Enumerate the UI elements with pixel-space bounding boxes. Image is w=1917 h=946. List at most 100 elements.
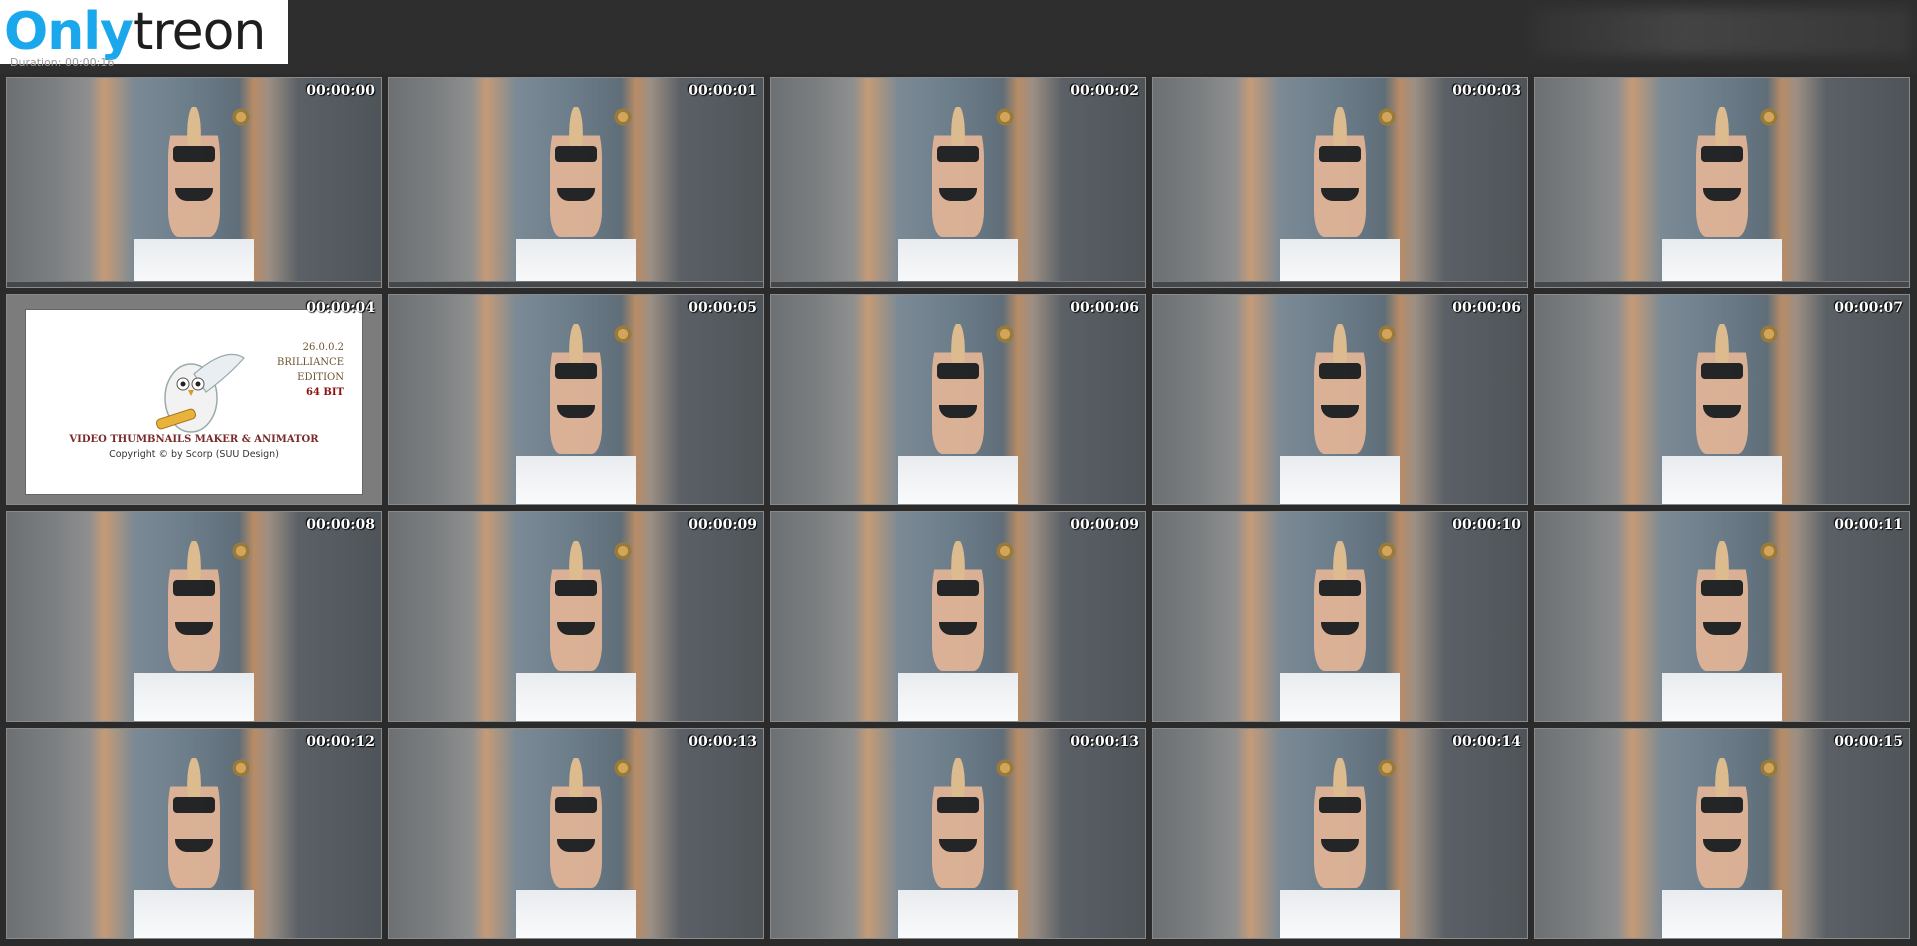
timecode-label: 00:00:15 [1834,734,1903,750]
timecode-label: 00:00:06 [1452,300,1521,316]
video-thumbnail[interactable]: 00:00:11 [1534,511,1910,722]
frame-bed [516,889,636,938]
video-thumbnail[interactable]: 00:00:07 [1534,294,1910,505]
frame-figure [549,107,603,237]
frame-bed [1662,455,1782,504]
timecode-label: 00:00:01 [688,83,757,99]
video-thumbnail[interactable]: 00:00:10 [1152,511,1528,722]
video-thumbnail[interactable]: 00:00:01 [388,77,764,288]
top-bar: Only treon Duration: 00:00:16 [0,0,1917,74]
frame-bed [1662,889,1782,938]
frame-flower [995,541,1016,562]
timecode-label: 00:00:03 [1452,83,1521,99]
frame-bed [1662,672,1782,721]
frame-figure [1313,758,1367,888]
splash-version: 26.0.0.2 [302,342,344,353]
frame-flower [1377,541,1398,562]
splash-product: VIDEO THUMBNAILS MAKER & ANIMATOR [69,434,319,445]
video-thumbnail[interactable]: 00:00:03 [1152,77,1528,288]
video-thumbnail[interactable]: 00:00:05 [388,294,764,505]
frame-bed [898,238,1018,287]
frame-figure [167,107,221,237]
video-thumbnail[interactable]: 00:00:09 [770,511,1146,722]
frame-bed [134,672,254,721]
frame-bed [898,889,1018,938]
timecode-label: 00:00:10 [1452,517,1521,533]
frame-flower [231,541,252,562]
frame-flower [613,107,634,128]
frame-figure [167,541,221,671]
frame-bed [1280,238,1400,287]
splash-edition-2: EDITION [297,372,344,383]
timecode-label: 00:00:14 [1452,734,1521,750]
frame-figure [1313,541,1367,671]
player-control-bar [1535,281,1909,287]
timecode-label: 00:00:05 [688,300,757,316]
timecode-label: 00:00:07 [1834,300,1903,316]
owl-logo-icon [155,353,245,433]
frame-flower [1759,758,1780,779]
frame-figure [549,324,603,454]
timecode-label: 00:00:09 [688,517,757,533]
frame-figure [931,107,985,237]
frame-figure [931,324,985,454]
frame-figure [549,758,603,888]
frame-flower [231,758,252,779]
frame-flower [995,324,1016,345]
thumbnail-grid: 00:00:00 00:00:01 00:00:02 00:00:03 26.0.0.2… [6,77,1910,939]
video-thumbnail[interactable]: 00:00:15 [1534,728,1910,939]
video-thumbnail[interactable]: 00:00:06 [770,294,1146,505]
frame-bed [898,672,1018,721]
frame-flower [995,107,1016,128]
splash-copyright: Copyright © by Scorp (SUU Design) [109,449,279,460]
timecode-label: 00:00:13 [688,734,757,750]
frame-figure [167,758,221,888]
video-thumbnail[interactable]: 00:00:00 [6,77,382,288]
video-thumbnail[interactable] [1534,77,1910,288]
frame-flower [1377,107,1398,128]
frame-flower [613,758,634,779]
frame-flower [1377,324,1398,345]
site-logo[interactable]: Only treon [0,0,288,64]
splash-card: 26.0.0.2 BRILLIANCE EDITION 64 BIT VIDEO THU… [25,309,363,495]
frame-flower [613,324,634,345]
frame-figure [1313,324,1367,454]
frame-bed [1280,889,1400,938]
player-control-bar [771,281,1145,287]
frame-figure [549,541,603,671]
video-thumbnail[interactable]: 00:00:14 [1152,728,1528,939]
frame-bed [516,455,636,504]
splash-bits: 64 BIT [306,387,344,398]
frame-figure [1313,107,1367,237]
video-thumbnail[interactable]: 26.0.0.2 BRILLIANCE EDITION 64 BIT VIDEO THU… [6,294,382,505]
frame-figure [931,758,985,888]
blurred-header-info [1530,8,1910,56]
timecode-label: 00:00:08 [306,517,375,533]
frame-bed [516,238,636,287]
video-thumbnail[interactable]: 00:00:06 [1152,294,1528,505]
video-thumbnail[interactable]: 00:00:13 [388,728,764,939]
frame-bed [898,455,1018,504]
video-thumbnail[interactable]: 00:00:09 [388,511,764,722]
timecode-label: 00:00:12 [306,734,375,750]
frame-figure [1695,758,1749,888]
frame-flower [1759,541,1780,562]
video-info: Duration: 00:00:16 [10,56,115,69]
frame-flower [1377,758,1398,779]
splash-edition-1: BRILLIANCE [277,357,344,368]
frame-bed [1662,238,1782,287]
timecode-label: 00:00:00 [306,83,375,99]
timecode-label: 00:00:02 [1070,83,1139,99]
video-thumbnail[interactable]: 00:00:02 [770,77,1146,288]
video-thumbnail[interactable]: 00:00:13 [770,728,1146,939]
frame-flower [231,107,252,128]
video-thumbnail[interactable]: 00:00:12 [6,728,382,939]
video-thumbnail[interactable]: 00:00:08 [6,511,382,722]
player-control-bar [389,281,763,287]
frame-figure [931,541,985,671]
logo-part-treon: treon [132,2,266,62]
frame-figure [1695,107,1749,237]
frame-flower [1759,324,1780,345]
frame-flower [995,758,1016,779]
frame-bed [1280,672,1400,721]
